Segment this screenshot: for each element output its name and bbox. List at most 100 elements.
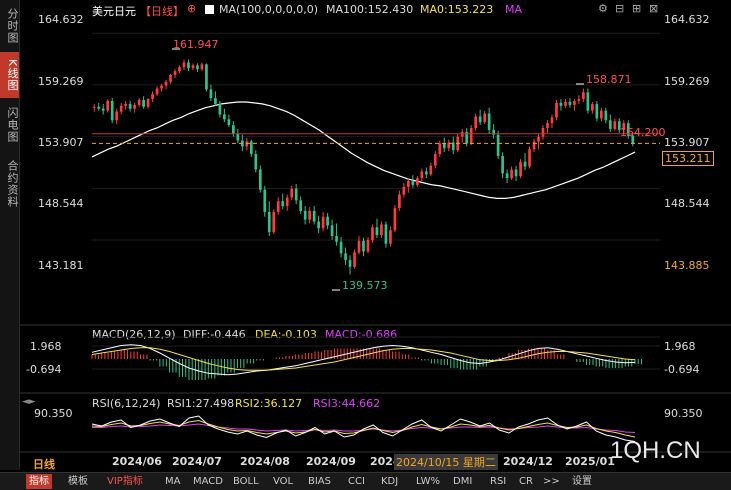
date-label-4: 2024/09 (306, 455, 356, 468)
tab-templates[interactable]: 模板 (68, 474, 88, 489)
tab-indicators[interactable]: 指标 (26, 474, 52, 489)
candle-body (537, 136, 540, 142)
candle-body (433, 154, 437, 166)
tab-kdj[interactable]: KDJ (381, 474, 398, 489)
tab-ma[interactable]: MA (165, 474, 180, 489)
candle-body (106, 101, 110, 111)
candle-body (146, 99, 150, 107)
period-tag: 日线 (33, 458, 55, 471)
candle-body (555, 102, 558, 118)
candle-body (411, 181, 415, 185)
candle-body (218, 103, 222, 115)
macd-panel (91, 344, 642, 380)
candle-body (353, 252, 356, 267)
tab-macd[interactable]: MACD (193, 474, 223, 489)
tab-settings[interactable]: 设置 (572, 474, 592, 489)
candle-body (200, 64, 204, 70)
candle-body (384, 224, 388, 244)
candle-body (191, 65, 195, 69)
candle-body (272, 211, 276, 233)
candle-body (568, 101, 572, 105)
candle-body (564, 101, 567, 106)
candle-body (254, 154, 258, 170)
tab-vol[interactable]: VOL (273, 474, 293, 489)
candle-body (227, 119, 231, 126)
candle-body (402, 186, 406, 195)
tab-dmi[interactable]: DMI (453, 474, 472, 489)
candle-body (155, 88, 159, 95)
candle-body (312, 210, 316, 222)
candle-body (550, 117, 554, 124)
candle-body (362, 240, 365, 252)
candle-body (164, 81, 168, 86)
reference-price-label: 154.200 (620, 126, 666, 139)
candle-body (505, 173, 509, 179)
candle-body (613, 121, 617, 129)
candle-body (501, 155, 504, 174)
candle-body (528, 149, 531, 167)
candle-body (469, 128, 473, 144)
candle-body (209, 89, 213, 99)
candle-body (478, 116, 482, 123)
candle-body (559, 102, 563, 106)
ma100-line (91, 101, 636, 199)
candle-body (321, 216, 325, 229)
candle-body (119, 105, 123, 112)
candle-body (249, 141, 253, 155)
date-label-7: 2025/01 (565, 455, 615, 468)
candle-body (142, 100, 145, 107)
candle-body (339, 241, 343, 254)
grid-lines (20, 32, 731, 453)
tab-lw[interactable]: LW% (416, 474, 440, 489)
candle-body (124, 103, 128, 106)
tab-cci[interactable]: CCI (348, 474, 365, 489)
candle-body (487, 113, 491, 130)
candle-body (128, 103, 132, 109)
candle-body (299, 200, 303, 211)
candle-body (303, 210, 307, 220)
rsi1-line (91, 415, 636, 442)
candle-body (573, 101, 576, 105)
candle-body (115, 111, 119, 121)
candle-body (608, 120, 612, 129)
candlestick-series (92, 59, 635, 275)
candle-body (398, 194, 401, 209)
candle-body (232, 125, 235, 134)
candle-body (97, 106, 101, 109)
tab-more[interactable]: >> (543, 474, 560, 489)
candle-body (101, 108, 105, 111)
high-price-label: 161.947 (173, 38, 219, 51)
candle-body (604, 110, 608, 121)
tab-boll[interactable]: BOLL (233, 474, 259, 489)
candle-body (214, 98, 217, 104)
candle-body (510, 169, 513, 179)
kline-chart-canvas (20, 32, 731, 453)
candle-body (258, 169, 262, 190)
candle-body (205, 64, 208, 90)
candle-body (178, 67, 181, 72)
candle-body (595, 103, 599, 119)
watermark: 1QH.CN (610, 437, 701, 464)
tab-vip-indicators[interactable]: VIP指标 (107, 474, 143, 489)
candle-body (281, 201, 285, 207)
candle-body (541, 128, 545, 137)
candle-body (169, 74, 172, 82)
candle-body (263, 189, 267, 212)
reference-lines (92, 133, 660, 144)
low-price-label: 139.573 (342, 279, 388, 292)
tab-cr[interactable]: CR (519, 474, 533, 489)
candle-body (357, 240, 361, 253)
tab-bias[interactable]: BIAS (308, 474, 331, 489)
candle-body (407, 181, 410, 187)
ma100-path (91, 101, 636, 199)
bottom-toolbar: 指标 模板 VIP指标 MA MACD BOLL VOL BIAS CCI KD… (0, 472, 731, 490)
candle-body (375, 227, 379, 236)
candle-body (599, 110, 603, 119)
candle-body (308, 210, 311, 220)
candle-body (330, 225, 334, 236)
candle-body (344, 253, 347, 261)
candle-body (483, 113, 487, 123)
tab-rsi[interactable]: RSI (490, 474, 506, 489)
candle-body (335, 236, 338, 242)
candle-body (586, 92, 590, 111)
